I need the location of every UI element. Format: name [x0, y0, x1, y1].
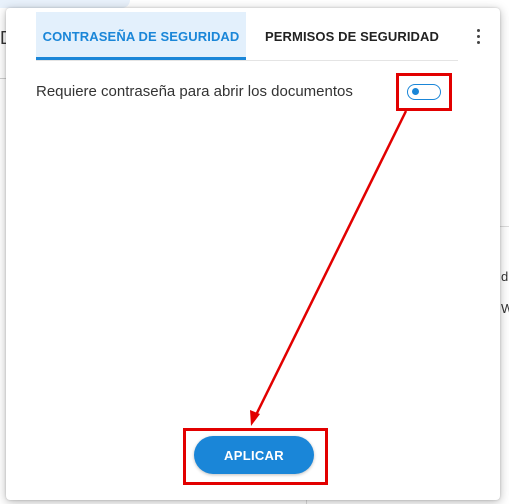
tab-security-password[interactable]: CONTRASEÑA DE SEGURIDAD: [36, 12, 246, 60]
apply-button[interactable]: APLICAR: [194, 436, 314, 474]
background-text: d: [501, 269, 509, 284]
security-tabs: CONTRASEÑA DE SEGURIDAD PERMISOS DE SEGU…: [36, 12, 458, 61]
background-header-shape: [0, 0, 130, 8]
more-vert-icon[interactable]: [470, 24, 486, 48]
toggle-knob: [412, 88, 419, 95]
require-password-label: Requiere contraseña para abrir los docum…: [36, 83, 353, 100]
require-password-toggle[interactable]: [407, 84, 441, 100]
security-dialog: CONTRASEÑA DE SEGURIDAD PERMISOS DE SEGU…: [6, 8, 500, 500]
background-text: W: [501, 301, 509, 316]
tab-security-permissions[interactable]: PERMISOS DE SEGURIDAD: [246, 12, 458, 60]
